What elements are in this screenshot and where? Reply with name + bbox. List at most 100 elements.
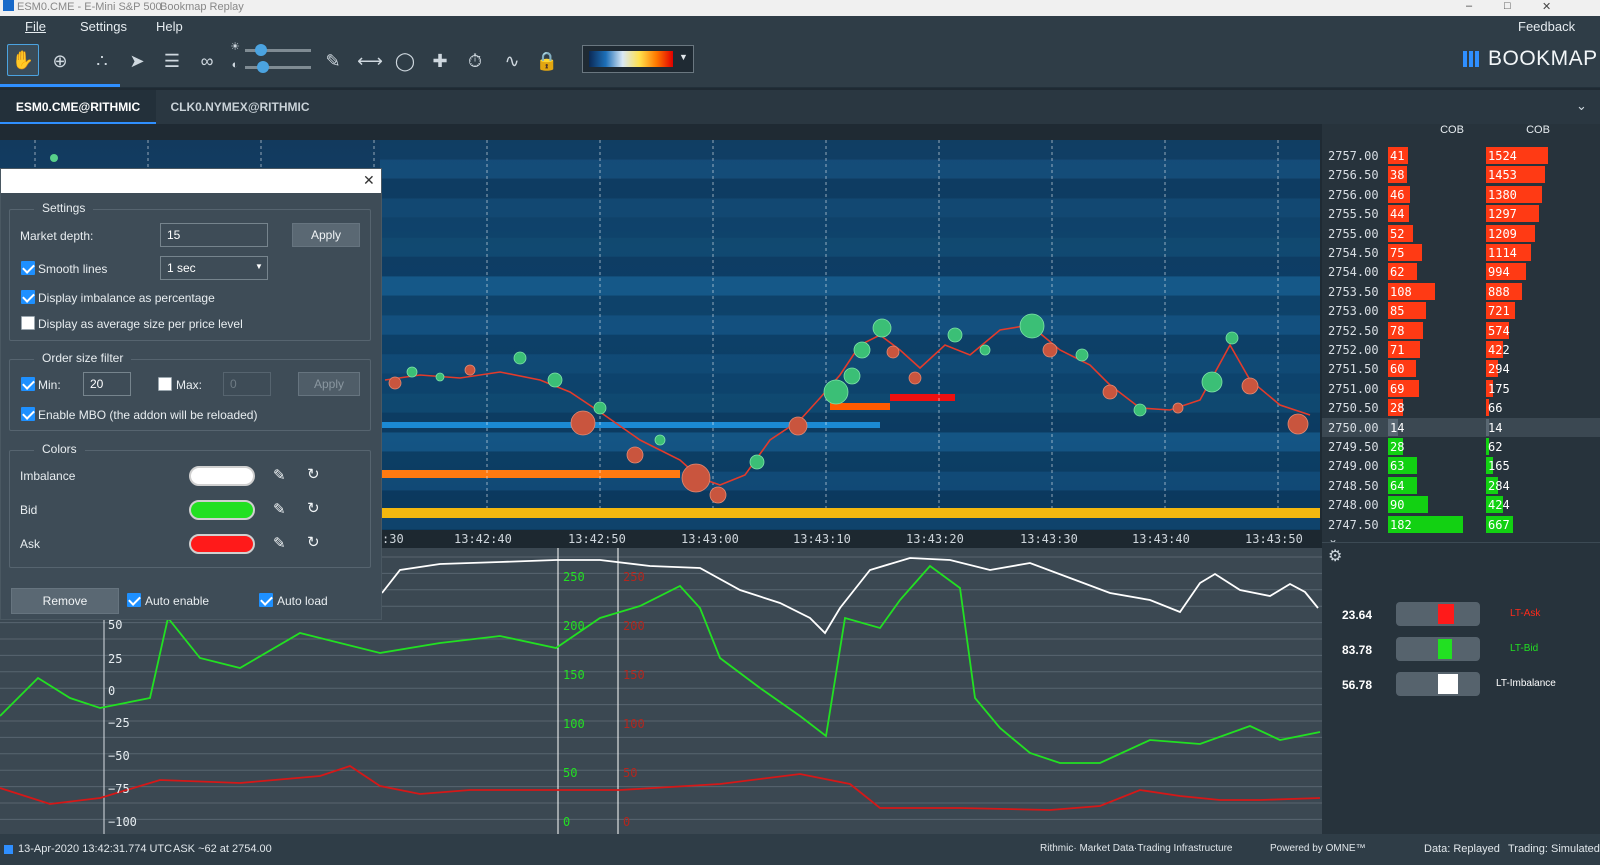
ask-axis-tick: 150 xyxy=(623,668,645,682)
mid-axis-tick: 100 xyxy=(563,717,585,731)
trade-bubble xyxy=(464,364,476,376)
average-size-label: Display as average size per price level xyxy=(38,317,243,331)
eyedropper-icon[interactable]: ✎ xyxy=(273,466,286,484)
lt-bid-gauge xyxy=(1396,637,1480,661)
order-book-price: 2752.00 xyxy=(1328,343,1379,357)
trade-bubble xyxy=(388,376,402,390)
min-label: Min: xyxy=(38,378,61,392)
trade-bubble xyxy=(1241,377,1259,395)
lock-icon[interactable]: 🔒 xyxy=(532,46,562,76)
apply-filter-button[interactable]: Apply xyxy=(298,372,360,396)
cob-value-long: 165 xyxy=(1488,459,1510,474)
market-depth-label: Market depth: xyxy=(20,229,94,243)
cob-value-long: 62 xyxy=(1488,440,1503,454)
apply-button[interactable]: Apply xyxy=(292,223,360,247)
trade-bubble xyxy=(1075,348,1089,362)
zoom-target-icon[interactable]: ⊕ xyxy=(45,46,75,76)
ask-axis-tick: 200 xyxy=(623,619,645,633)
time-tick-4: 13:43:10 xyxy=(793,532,851,546)
eyedropper-icon[interactable]: ✎ xyxy=(273,534,286,552)
rocket-icon[interactable]: ➤ xyxy=(122,46,152,76)
feedback-link[interactable]: Feedback xyxy=(1518,19,1575,34)
heatmap-color-dropdown[interactable]: ▼ xyxy=(582,45,694,73)
cob-value-long: 294 xyxy=(1488,362,1510,377)
reset-icon[interactable]: ↻ xyxy=(307,533,320,551)
liquidity-level-red-1 xyxy=(830,403,890,410)
reset-icon[interactable]: ↻ xyxy=(307,499,320,517)
cob-value-short: 46 xyxy=(1390,187,1405,202)
market-depth-input[interactable]: 15 xyxy=(160,223,268,247)
menu-help[interactable]: Help xyxy=(156,19,183,34)
smooth-lines-checkbox[interactable] xyxy=(21,261,35,275)
order-book-row: 2755.00 52 1209 xyxy=(1322,224,1600,243)
max-input[interactable]: 0 xyxy=(223,372,271,396)
cob-value-long: 422 xyxy=(1488,343,1510,357)
cob-value-long: 1524 xyxy=(1488,149,1517,163)
reset-icon[interactable]: ↻ xyxy=(307,465,320,483)
trade-bubble xyxy=(749,454,765,470)
eyedropper-icon[interactable]: ✎ xyxy=(273,500,286,518)
close-window-icon[interactable]: ✕ xyxy=(1542,0,1551,13)
smooth-interval-select[interactable]: 1 sec ▼ xyxy=(160,256,268,280)
bid-color-swatch[interactable] xyxy=(189,500,255,520)
max-label: Max: xyxy=(176,378,203,392)
trade-bubble xyxy=(709,486,727,504)
expand-chevron-icon[interactable]: ⌄ xyxy=(1328,532,1338,546)
pencil-icon[interactable]: ✎ xyxy=(318,46,348,76)
contrast-slider[interactable] xyxy=(245,61,311,73)
mid-axis-tick: 0 xyxy=(563,815,571,829)
cob-value-long: 175 xyxy=(1488,381,1510,396)
tab-esm0[interactable]: ESM0.CME@RITHMIC xyxy=(0,90,156,124)
color-gradient-swatch xyxy=(589,51,673,67)
trade-bubble xyxy=(886,345,900,359)
cob-value-long: 66 xyxy=(1488,401,1503,416)
indicator-icon[interactable]: ∿ xyxy=(497,46,527,76)
ask-color-swatch[interactable] xyxy=(189,534,255,554)
crosshair-icon[interactable]: ✚ xyxy=(425,46,455,76)
left-axis-tick: 25 xyxy=(108,652,123,666)
replay-progress xyxy=(0,84,120,87)
cob-header-1: COB xyxy=(1440,124,1464,136)
heatmap-band xyxy=(380,276,1320,296)
minimize-icon[interactable]: – xyxy=(1466,0,1472,12)
imbalance-percentage-checkbox[interactable] xyxy=(21,290,35,304)
gear-icon[interactable]: ⚙ xyxy=(1328,546,1342,566)
min-input[interactable]: 20 xyxy=(83,372,131,396)
menu-file[interactable]: File xyxy=(25,19,46,34)
trade-bubble xyxy=(1225,331,1239,345)
chat-icon[interactable]: ◯ xyxy=(390,46,420,76)
menu-settings[interactable]: Settings xyxy=(80,19,127,34)
ask-axis-tick: 100 xyxy=(623,717,645,731)
trade-bubble xyxy=(1102,384,1118,400)
layers-icon[interactable]: ☰ xyxy=(157,46,187,76)
time-tick-6: 13:43:30 xyxy=(1020,532,1078,546)
tabs-chevron-icon[interactable]: ⌄ xyxy=(1576,98,1587,114)
chevron-down-icon: ▼ xyxy=(255,262,263,271)
order-book-price: 2754.00 xyxy=(1328,265,1379,280)
lt-bid-value: 83.78 xyxy=(1342,643,1373,657)
brightness-icon: ☀ xyxy=(230,41,240,53)
lt-bid-label: LT-Bid xyxy=(1510,643,1539,654)
imbalance-color-swatch[interactable] xyxy=(189,466,255,486)
max-filter-checkbox[interactable] xyxy=(158,377,172,391)
order-book-row: 2756.00 46 1380 xyxy=(1322,185,1600,204)
maximize-icon[interactable]: □ xyxy=(1504,0,1511,12)
close-icon[interactable]: ✕ xyxy=(363,172,375,189)
tab-clk0[interactable]: CLK0.NYMEX@RITHMIC xyxy=(160,90,320,124)
order-book-row: 2753.00 85 721 xyxy=(1322,301,1600,320)
window-titlebar: ESM0.CME - E-Mini S&P 500 Bookmap Replay… xyxy=(0,0,1600,16)
ruler-icon[interactable]: ⟷ xyxy=(355,46,385,76)
auto-load-checkbox[interactable] xyxy=(259,593,273,607)
share-icon[interactable]: ∴ xyxy=(87,46,117,76)
remove-button[interactable]: Remove xyxy=(11,588,119,614)
auto-enable-checkbox[interactable] xyxy=(127,593,141,607)
average-size-checkbox[interactable] xyxy=(21,316,35,330)
hand-icon[interactable]: ✋ xyxy=(7,44,39,76)
order-book-price: 2749.00 xyxy=(1328,459,1379,474)
link-icon[interactable]: ∞ xyxy=(192,46,222,76)
stopwatch-icon[interactable]: ⏱ xyxy=(460,46,490,76)
min-filter-checkbox[interactable] xyxy=(21,377,35,391)
brightness-slider[interactable] xyxy=(245,44,311,56)
window-subtitle: Bookmap Replay xyxy=(160,1,244,13)
enable-mbo-checkbox[interactable] xyxy=(21,407,35,421)
